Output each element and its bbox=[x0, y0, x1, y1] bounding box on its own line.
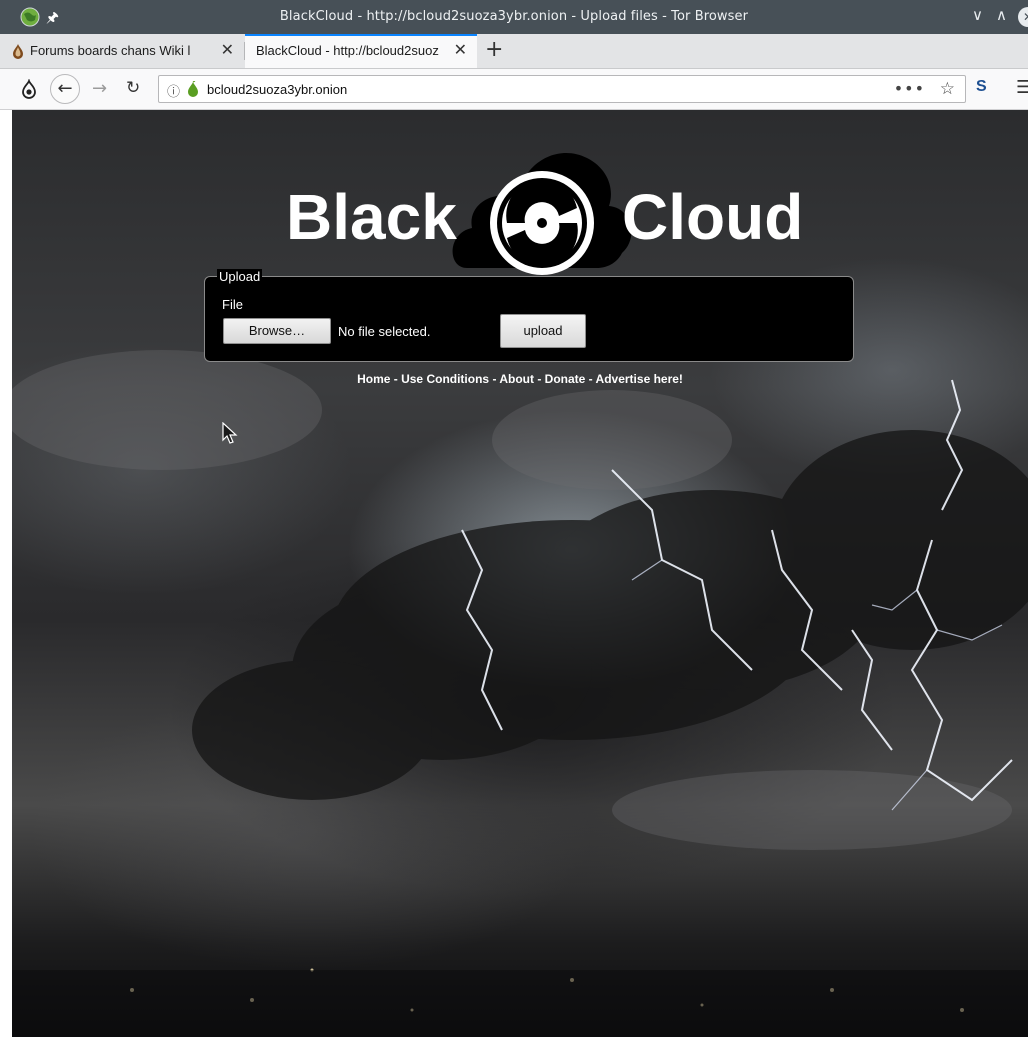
url-text[interactable]: bcloud2suoza3ybr.onion bbox=[207, 82, 347, 97]
site-logo: Black Cloud bbox=[282, 128, 822, 276]
back-button[interactable]: ← bbox=[50, 74, 80, 104]
upload-fieldset: Upload File Browse… No file selected. up… bbox=[204, 269, 854, 362]
file-label: File bbox=[222, 297, 243, 312]
tor-onion-icon[interactable] bbox=[19, 79, 39, 99]
link-donate[interactable]: Donate bbox=[545, 372, 586, 386]
window-close-icon[interactable]: ✕ bbox=[1018, 7, 1028, 27]
file-status-text: No file selected. bbox=[338, 324, 431, 339]
footer-links: Home - Use Conditions - About - Donate -… bbox=[12, 372, 1028, 386]
reload-button[interactable]: ↻ bbox=[126, 78, 140, 98]
maximize-icon[interactable]: ∧ bbox=[996, 6, 1007, 24]
window-title: BlackCloud - http://bcloud2suoza3ybr.oni… bbox=[279, 9, 749, 24]
noscript-button[interactable]: S bbox=[976, 78, 987, 96]
cloud-disc-logo-icon bbox=[452, 152, 632, 275]
tab-label: BlackCloud - http://bcloud2suoz bbox=[256, 43, 439, 58]
upload-button[interactable]: upload bbox=[500, 314, 586, 348]
new-tab-button[interactable]: + bbox=[485, 37, 503, 62]
tab-bar: Forums boards chans Wiki l ✕ BlackCloud … bbox=[0, 34, 1028, 69]
link-use-conditions[interactable]: Use Conditions bbox=[401, 372, 489, 386]
hamburger-menu-icon[interactable]: ☰ bbox=[1016, 77, 1028, 98]
tab-forums[interactable]: Forums boards chans Wiki l ✕ bbox=[0, 34, 244, 68]
link-about[interactable]: About bbox=[499, 372, 534, 386]
navigation-toolbar: ← → ↻ ⓘ bcloud2suoza3ybr.onion ••• ☆ S ☰ bbox=[0, 69, 1028, 110]
minimize-icon[interactable]: ∨ bbox=[972, 6, 983, 24]
logo-text-cloud: Cloud bbox=[622, 181, 804, 253]
page-margin bbox=[0, 110, 12, 1037]
star-icon[interactable]: ☆ bbox=[940, 79, 955, 99]
logo-text-black: Black bbox=[286, 181, 457, 253]
link-separator: - bbox=[489, 372, 500, 386]
link-separator: - bbox=[585, 372, 596, 386]
window-titlebar: 🖈 BlackCloud - http://bcloud2suoza3ybr.o… bbox=[0, 0, 1028, 34]
url-bar[interactable]: ⓘ bcloud2suoza3ybr.onion ••• ☆ bbox=[158, 75, 966, 103]
close-tab-icon[interactable]: ✕ bbox=[454, 40, 467, 60]
link-separator: - bbox=[533, 372, 545, 386]
link-home[interactable]: Home bbox=[357, 372, 390, 386]
tab-label: Forums boards chans Wiki l bbox=[30, 43, 191, 58]
page-actions-button[interactable]: ••• bbox=[894, 79, 925, 98]
forward-button[interactable]: → bbox=[92, 78, 107, 99]
page-viewport: Black Cloud Upload File Browse… No file … bbox=[12, 110, 1028, 1037]
tab-blackcloud[interactable]: BlackCloud - http://bcloud2suoz ✕ bbox=[245, 34, 477, 68]
onion-icon bbox=[188, 81, 198, 97]
link-advertise[interactable]: Advertise here! bbox=[596, 372, 683, 386]
link-separator: - bbox=[390, 372, 402, 386]
close-tab-icon[interactable]: ✕ bbox=[221, 40, 234, 60]
info-icon[interactable]: ⓘ bbox=[167, 81, 180, 100]
browse-button[interactable]: Browse… bbox=[223, 318, 331, 344]
onion-icon bbox=[13, 44, 23, 59]
upload-legend: Upload bbox=[217, 269, 263, 284]
mouse-cursor-icon bbox=[222, 422, 238, 444]
